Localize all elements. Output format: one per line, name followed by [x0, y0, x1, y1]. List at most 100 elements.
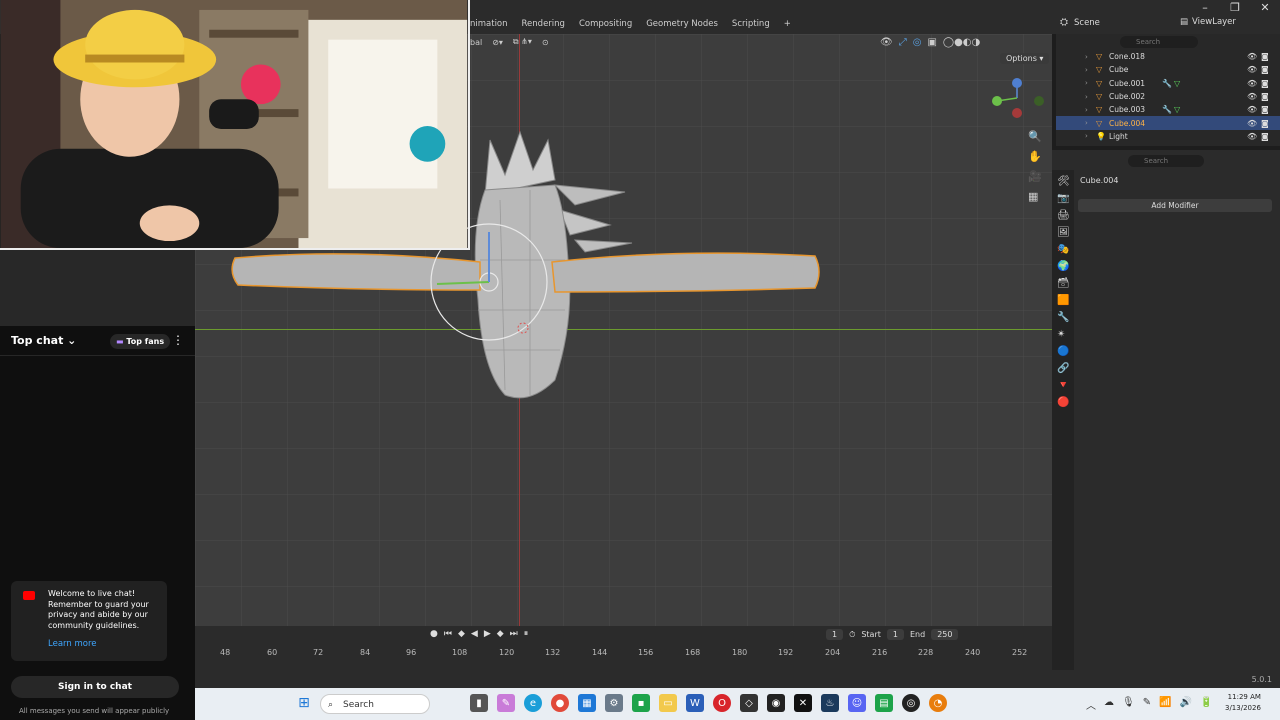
render-icon[interactable]: ◙ — [1261, 132, 1269, 141]
outliner-item-cone-018[interactable]: › ▽ Cone.018 👁 ◙ — [1056, 50, 1280, 63]
render-tab-icon[interactable]: 📷 — [1057, 193, 1070, 204]
expand-icon[interactable]: › — [1085, 132, 1088, 140]
outliner-item-cube-002[interactable]: › ▽ Cube.002 👁 ◙ — [1056, 90, 1280, 103]
windows-start-icon[interactable]: ⊞ — [295, 694, 313, 712]
render-icon[interactable]: ◙ — [1261, 92, 1269, 101]
end-frame-field[interactable]: 250 — [931, 629, 959, 640]
view-layer-selector[interactable]: ▤ ViewLayer — [1180, 17, 1236, 27]
modifier-tab-icon[interactable]: 🔧 — [1057, 312, 1070, 323]
render-icon[interactable]: ◙ — [1261, 79, 1269, 88]
volume-icon[interactable]: 🔊 — [1180, 697, 1192, 712]
output-tab-icon[interactable]: 🖨 — [1057, 210, 1070, 221]
physics-tab-icon[interactable]: 🔵 — [1057, 346, 1070, 357]
render-icon[interactable]: ◙ — [1261, 105, 1269, 114]
cloud-icon[interactable]: ☁ — [1104, 697, 1114, 712]
zoom-icon[interactable]: 🔍 — [1028, 130, 1042, 143]
mic-icon[interactable]: 🎙 — [1122, 697, 1135, 712]
start-frame-field[interactable]: 1 — [886, 629, 904, 640]
add-modifier-button[interactable]: Add Modifier — [1078, 199, 1272, 212]
timeline-ruler[interactable]: 48 60 72 84 96 108 120 132 144 156 168 1… — [195, 646, 1052, 660]
expand-icon[interactable]: › — [1085, 106, 1088, 114]
current-frame-field[interactable]: 1 — [826, 629, 844, 640]
eye-icon[interactable]: 👁 — [1247, 105, 1257, 114]
render-icon[interactable]: ◙ — [1261, 119, 1269, 128]
github-icon[interactable]: ◉ — [767, 694, 785, 712]
constraints-tab-icon[interactable]: 🔗 — [1057, 363, 1070, 374]
render-icon[interactable]: ◙ — [1261, 52, 1269, 61]
world-tab-icon[interactable]: 🌍 — [1057, 261, 1070, 272]
jump-start-icon[interactable]: ⏮ — [444, 629, 452, 639]
next-keyframe-icon[interactable]: ◆ — [497, 629, 504, 639]
navigation-gizmo[interactable] — [990, 78, 1045, 118]
pen-icon[interactable]: ✎ — [1143, 697, 1151, 712]
taskbar-clock[interactable]: 11:29 AM 3/13/2026 — [1225, 692, 1261, 714]
outliner-item-cube-003[interactable]: › ▽ Cube.003 🔧 ▽ 👁 ◙ — [1056, 103, 1280, 116]
edge-icon[interactable]: e — [524, 694, 542, 712]
unity-icon[interactable]: ◇ — [740, 694, 758, 712]
eye-icon[interactable]: 👁 — [1247, 92, 1257, 101]
eye-icon[interactable]: 👁 — [1247, 52, 1257, 61]
eye-icon[interactable]: 👁 — [1247, 132, 1257, 141]
expand-icon[interactable]: › — [1085, 79, 1088, 87]
tool-tab-icon[interactable]: 🛠 — [1057, 176, 1070, 187]
record-icon[interactable]: ● — [430, 629, 438, 639]
scene-selector[interactable]: ⛭ Scene — [1060, 17, 1100, 28]
notes-icon[interactable]: ✎ — [497, 694, 515, 712]
material-tab-icon[interactable]: 🔴 — [1057, 397, 1070, 408]
folder-icon[interactable]: ▭ — [659, 694, 677, 712]
pan-hand-icon[interactable]: ✋ — [1028, 150, 1042, 163]
chrome-icon[interactable]: ● — [551, 694, 569, 712]
expand-icon[interactable]: › — [1085, 93, 1088, 101]
blender-icon[interactable]: ◔ — [929, 694, 947, 712]
expand-icon[interactable]: › — [1085, 53, 1088, 61]
learn-more-link[interactable]: Learn more — [48, 639, 96, 650]
eye-icon[interactable]: 👁 — [1247, 79, 1257, 88]
chat-mode-dropdown[interactable]: Top chat ⌄ — [11, 334, 76, 347]
collection-tab-icon[interactable]: 🗃 — [1057, 278, 1070, 289]
outliner-item-cube-004[interactable]: › ▽ Cube.004 👁 ◙ — [1056, 116, 1280, 130]
top-fans-button[interactable]: ▬ Top fans — [110, 334, 171, 349]
ortho-grid-icon[interactable]: ▦ — [1028, 190, 1042, 203]
view-layer-tab-icon[interactable]: 🖼 — [1057, 227, 1070, 238]
data-tab-icon[interactable]: 🔻 — [1057, 380, 1070, 391]
outliner-search-input[interactable]: Search — [1120, 36, 1198, 48]
close-button[interactable]: ✕ — [1250, 0, 1280, 16]
battery-icon[interactable]: 🔋 — [1200, 697, 1212, 712]
wifi-icon[interactable]: 📶 — [1159, 697, 1171, 712]
object-tab-icon[interactable]: 🟧 — [1057, 295, 1070, 306]
eye-icon[interactable]: 👁 — [1247, 119, 1257, 128]
steam-icon[interactable]: ♨ — [821, 694, 839, 712]
jump-end-icon[interactable]: ⏭ — [510, 629, 518, 639]
store-icon[interactable]: ▦ — [578, 694, 596, 712]
taskbar-search-input[interactable]: ⌕ Search — [320, 694, 430, 714]
settings-icon[interactable]: ⚙ — [605, 694, 623, 712]
outliner-item-cube[interactable]: › ▽ Cube 👁 ◙ — [1056, 63, 1280, 76]
render-icon[interactable]: ◙ — [1261, 65, 1269, 74]
camera-view-icon[interactable]: 🎥 — [1028, 170, 1042, 183]
expand-icon[interactable]: › — [1085, 119, 1088, 127]
play-icon[interactable]: ▶ — [484, 629, 491, 639]
expand-icon[interactable]: › — [1085, 66, 1088, 74]
capcut-icon[interactable]: ✕ — [794, 694, 812, 712]
play-reverse-icon[interactable]: ◀ — [471, 629, 478, 639]
keying-icon[interactable]: ⏸ — [524, 629, 529, 639]
eye-icon[interactable]: 👁 — [1247, 65, 1257, 74]
word-icon[interactable]: W — [686, 694, 704, 712]
prev-keyframe-icon[interactable]: ◆ — [458, 629, 465, 639]
sign-in-button[interactable]: Sign in to chat — [11, 676, 179, 698]
file-icon[interactable]: ▮ — [470, 694, 488, 712]
obs-icon[interactable]: ◎ — [902, 694, 920, 712]
sheets-icon[interactable]: ▤ — [875, 694, 893, 712]
more-options-icon[interactable]: ⋮ — [172, 333, 184, 347]
tray-expand-icon[interactable]: ︿ — [1086, 697, 1096, 712]
terminal-icon[interactable]: ▪ — [632, 694, 650, 712]
outliner-item-cube-001[interactable]: › ▽ Cube.001 🔧 ▽ 👁 ◙ — [1056, 77, 1280, 90]
outliner-item-light[interactable]: › 💡 Light 👁 ◙ — [1056, 130, 1280, 143]
opera-icon[interactable]: O — [713, 694, 731, 712]
minimize-button[interactable]: – — [1190, 0, 1220, 16]
scene-tab-icon[interactable]: 🎭 — [1057, 244, 1070, 255]
maximize-button[interactable]: ❐ — [1220, 0, 1250, 16]
discord-icon[interactable]: ☺ — [848, 694, 866, 712]
properties-search-input[interactable]: Search — [1128, 155, 1204, 167]
particles-tab-icon[interactable]: ✴ — [1057, 329, 1070, 340]
